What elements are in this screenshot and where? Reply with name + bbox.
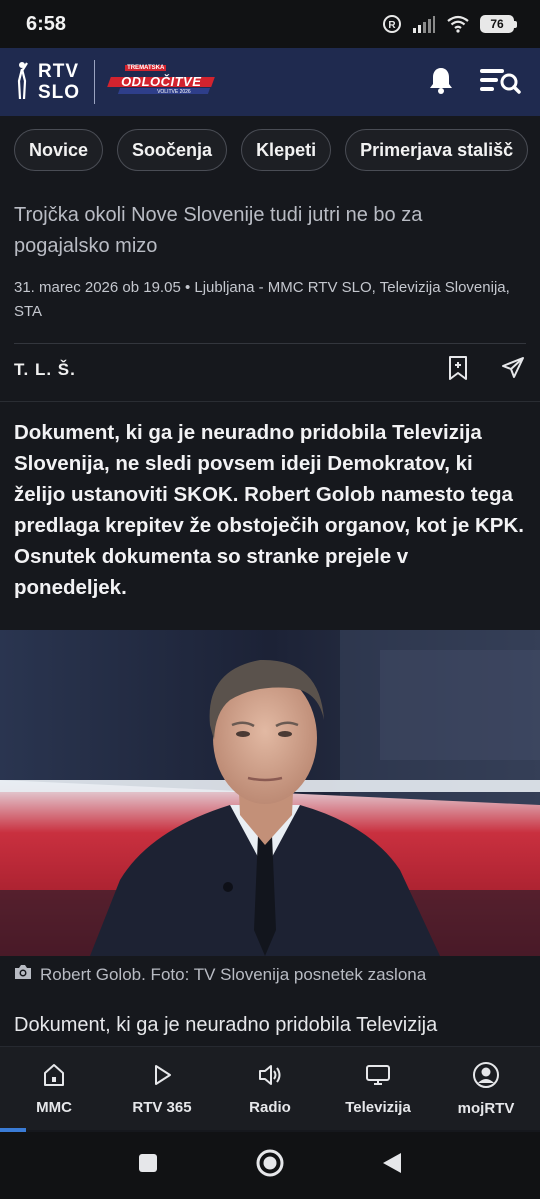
election-badge[interactable]: TREMATSKA ODLOČITVE VOLITVE 2026 <box>107 64 215 100</box>
nav-mmc[interactable]: MMC <box>0 1047 108 1130</box>
article-content[interactable]: Trojčka okoli Nove Slovenije tudi jutri … <box>0 184 540 1046</box>
battery-indicator: 76 <box>480 15 517 33</box>
election-badge-main: ODLOČITVE <box>121 74 202 89</box>
logo-line-rtv: RTV <box>38 61 79 82</box>
nav-rtv365[interactable]: RTV 365 <box>108 1047 216 1130</box>
article-author[interactable]: T. L. Š. <box>14 360 76 380</box>
status-bar: 6:58 R 76 <box>0 0 540 48</box>
article-lead: Dokument, ki ga je neuradno pridobila Te… <box>14 421 524 599</box>
divider <box>14 343 526 344</box>
article-photo[interactable] <box>0 630 540 956</box>
camera-icon <box>14 964 32 985</box>
rtv-slo-logo[interactable]: RTV SLO TREMATSKA ODLOČITVE VOLITVE 2026 <box>14 59 215 106</box>
home-icon <box>41 1062 67 1093</box>
article-title-cutoff <box>14 184 314 190</box>
share-icon[interactable] <box>500 355 526 386</box>
nav-radio[interactable]: Radio <box>216 1047 324 1130</box>
recent-apps-icon[interactable] <box>137 1152 159 1179</box>
article-meta: 31. marec 2026 ob 19.05 • Ljubljana - MM… <box>14 279 510 320</box>
wifi-icon <box>446 15 470 33</box>
nav-label-mojrtv: mojRTV <box>457 1099 515 1117</box>
nav-label-rtv365: RTV 365 <box>132 1098 192 1116</box>
menu-search-icon[interactable] <box>478 65 522 100</box>
bookmark-add-icon[interactable] <box>446 355 470 386</box>
system-navigation-bar <box>0 1132 540 1199</box>
divider <box>0 401 540 402</box>
back-icon[interactable] <box>381 1151 403 1180</box>
home-button-icon[interactable] <box>255 1148 285 1183</box>
nav-label-radio: Radio <box>249 1098 291 1116</box>
nav-televizija[interactable]: Televizija <box>324 1047 432 1130</box>
signal-icon <box>412 15 436 33</box>
bottom-navigation: MMC RTV 365 Radio Televizija mojRTV <box>0 1046 540 1130</box>
speaker-icon <box>257 1062 283 1093</box>
article-body: Dokument, ki ga je neuradno pridobila Te… <box>14 1014 438 1046</box>
election-badge-sub: VOLITVE 2026 <box>157 89 191 95</box>
torch-figure-icon <box>14 59 30 106</box>
play-icon <box>149 1062 175 1093</box>
chip-novice[interactable]: Novice <box>14 129 104 171</box>
tv-icon <box>365 1062 391 1093</box>
nav-label-televizija: Televizija <box>345 1098 411 1116</box>
logo-divider <box>94 60 96 104</box>
photo-caption-text: Robert Golob. Foto: TV Slovenija posnete… <box>40 964 427 984</box>
author-row: T. L. Š. <box>14 350 526 390</box>
user-icon <box>472 1061 500 1094</box>
election-badge-top: TREMATSKA <box>125 65 167 71</box>
registered-icon: R <box>382 14 402 34</box>
photo-caption: Robert Golob. Foto: TV Slovenija posnete… <box>14 964 526 985</box>
svg-text:R: R <box>388 20 396 31</box>
app-header: RTV SLO TREMATSKA ODLOČITVE VOLITVE 2026 <box>0 48 540 116</box>
nav-label-mmc: MMC <box>36 1098 72 1116</box>
logo-line-slo: SLO <box>38 82 81 103</box>
status-time: 6:58 <box>26 12 67 35</box>
notifications-bell-icon[interactable] <box>428 66 454 99</box>
nav-mojrtv[interactable]: mojRTV <box>432 1047 540 1130</box>
chip-klepeti[interactable]: Klepeti <box>241 129 332 171</box>
chip-primerjava-stalisc[interactable]: Primerjava stališč <box>345 129 529 171</box>
category-tabs: Novice Soočenja Klepeti Primerjava stali… <box>0 116 540 184</box>
chip-soocenja[interactable]: Soočenja <box>117 129 228 171</box>
article-subtitle: Trojčka okoli Nove Slovenije tudi jutri … <box>14 204 423 257</box>
